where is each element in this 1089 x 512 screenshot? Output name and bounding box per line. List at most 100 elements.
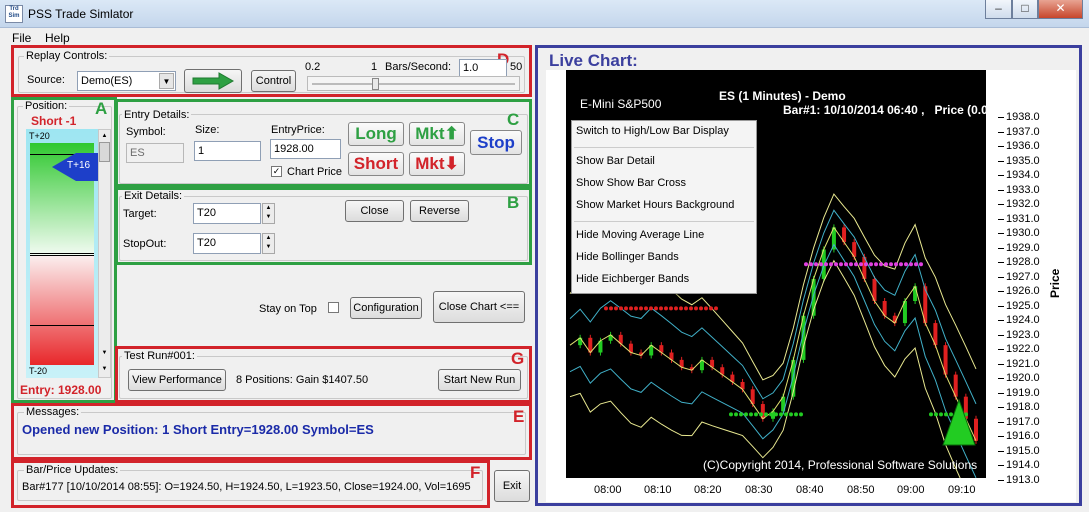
menu-help[interactable]: Help (45, 31, 70, 45)
exit-level-marker (734, 412, 738, 417)
y-tick-label: 1923.0 (1006, 328, 1040, 341)
menu-hide-bollinger[interactable]: Hide Bollinger Bands (576, 251, 679, 263)
target-input[interactable]: T20 (193, 203, 261, 224)
position-status: Short -1 (31, 114, 77, 128)
y-tick-mark (998, 247, 1004, 249)
y-tick-label: 1932.0 (1006, 198, 1040, 210)
stopout-input[interactable]: T20 (193, 233, 261, 254)
short-button[interactable]: Short (348, 152, 404, 176)
entry-level-marker (899, 262, 903, 267)
entry-level-marker (804, 262, 808, 267)
entry-level-marker (904, 262, 908, 267)
exit-level-marker (624, 306, 628, 311)
maximize-button[interactable]: □ (1012, 0, 1038, 19)
market-buy-button[interactable]: Mkt⬆ (409, 122, 465, 146)
menu-hide-eichberger[interactable]: Hide Eichberger Bands (576, 273, 689, 285)
market-sell-button[interactable]: Mkt⬇ (409, 152, 465, 176)
y-tick-label: 1931.0 (1006, 212, 1040, 225)
y-tick-mark (998, 450, 1004, 452)
exit-level-marker (709, 306, 713, 311)
menu-hide-moving-average[interactable]: Hide Moving Average Line (576, 229, 704, 241)
scroll-thumb[interactable] (99, 142, 110, 162)
y-tick-label: 1917.0 (1006, 415, 1040, 428)
close-window-button[interactable]: ✕ (1038, 0, 1083, 19)
y-tick-mark (998, 146, 1004, 147)
slider-thumb[interactable] (372, 78, 379, 90)
source-value: Demo(ES) (81, 75, 133, 87)
entry-level-marker (824, 262, 828, 267)
bars-per-second-input[interactable]: 1.0 (459, 59, 507, 77)
y-tick-mark (998, 479, 1004, 481)
exit-level-marker (654, 306, 658, 311)
reverse-button[interactable]: Reverse (410, 200, 469, 222)
menu-file[interactable]: File (12, 31, 31, 45)
close-chart-button[interactable]: Close Chart <== (433, 291, 525, 323)
menu-switch-high-low[interactable]: Switch to High/Low Bar Display (576, 125, 729, 137)
speed-slider[interactable] (307, 76, 520, 91)
y-tick-mark (998, 262, 1004, 263)
zone-f-label: F (470, 463, 481, 482)
entry-price-input[interactable]: 1928.00 (270, 139, 341, 159)
position-scrollbar[interactable]: ▲ ▼ ▼ (98, 129, 111, 378)
stop-button[interactable]: Stop (470, 130, 522, 155)
exit-level-marker (619, 306, 623, 311)
test-run-summary: 8 Positions: Gain $1407.50 (236, 374, 369, 386)
size-input[interactable]: 1 (194, 141, 261, 161)
exit-button[interactable]: Exit (494, 470, 530, 502)
scroll-up-icon[interactable]: ▲ (99, 130, 110, 142)
target-label: Target: (123, 208, 157, 220)
source-select[interactable]: Demo(ES) ▼ (77, 71, 176, 91)
scroll-end-icon[interactable]: ▼ (99, 363, 110, 375)
x-tick-label: 09:00 (897, 484, 925, 496)
start-new-run-button[interactable]: Start New Run (438, 369, 521, 391)
minimize-button[interactable]: – (985, 0, 1012, 19)
long-button[interactable]: Long (348, 122, 404, 146)
y-tick-mark (998, 117, 1004, 118)
y-tick-mark (998, 465, 1004, 466)
chart-price-checkbox[interactable]: ✓ (271, 166, 282, 177)
y-axis-label: Price (1048, 268, 1062, 298)
chart-instrument: E-Mini S&P500 (580, 97, 662, 111)
y-tick-label: 1930.0 (1006, 227, 1040, 239)
exit-level-marker (774, 412, 778, 417)
y-tick-mark (998, 392, 1004, 394)
symbol-input[interactable]: ES (126, 143, 184, 163)
stopout-spinner[interactable]: ▲ ▼ (262, 233, 275, 254)
test-run-label: Test Run#001: (122, 350, 197, 362)
chart-context-menu: Switch to High/Low Bar Display Show Bar … (571, 120, 757, 294)
zone-g-label: G (511, 349, 525, 368)
menu-show-market-hours[interactable]: Show Market Hours Background (576, 199, 734, 211)
y-tick-label: 1919.0 (1006, 386, 1040, 399)
chevron-down-icon[interactable]: ▼ (159, 73, 174, 89)
exit-level-marker (759, 412, 763, 417)
stay-on-top-checkbox[interactable] (328, 302, 339, 313)
entry-level-marker (894, 262, 898, 267)
stop-line (30, 325, 94, 326)
target-spinner[interactable]: ▲ ▼ (262, 203, 275, 224)
y-tick-mark (998, 349, 1004, 350)
menu-show-bar-detail[interactable]: Show Bar Detail (576, 155, 655, 167)
exit-level-marker (764, 412, 768, 417)
x-tick-label: 08:40 (796, 484, 824, 496)
exit-level-marker (929, 412, 933, 417)
market-sell-label: Mkt (415, 154, 445, 173)
arrow-up-icon: ⬆ (444, 124, 459, 143)
menu-show-bar-cross[interactable]: Show Show Bar Cross (576, 177, 686, 189)
gauge-top-label: T+20 (29, 131, 50, 141)
entry-details-label: Entry Details: (122, 109, 192, 121)
y-tick-label: 1927.0 (1006, 270, 1040, 283)
scroll-down-icon[interactable]: ▼ (99, 347, 110, 359)
y-tick-label: 1921.0 (1006, 357, 1040, 370)
play-button[interactable] (184, 69, 242, 93)
app-icon: Trd Sim (5, 5, 23, 23)
view-performance-button[interactable]: View Performance (128, 369, 226, 391)
loss-zone (30, 255, 94, 365)
replay-controls-label: Replay Controls: (24, 50, 110, 62)
exit-level-marker (634, 306, 638, 311)
y-tick-mark (998, 233, 1004, 234)
configuration-button[interactable]: Configuration (350, 297, 422, 319)
close-position-button[interactable]: Close (345, 200, 404, 222)
control-button[interactable]: Control (251, 70, 296, 92)
speed-scale-max: 50 (510, 61, 523, 73)
exit-level-marker (614, 306, 618, 311)
